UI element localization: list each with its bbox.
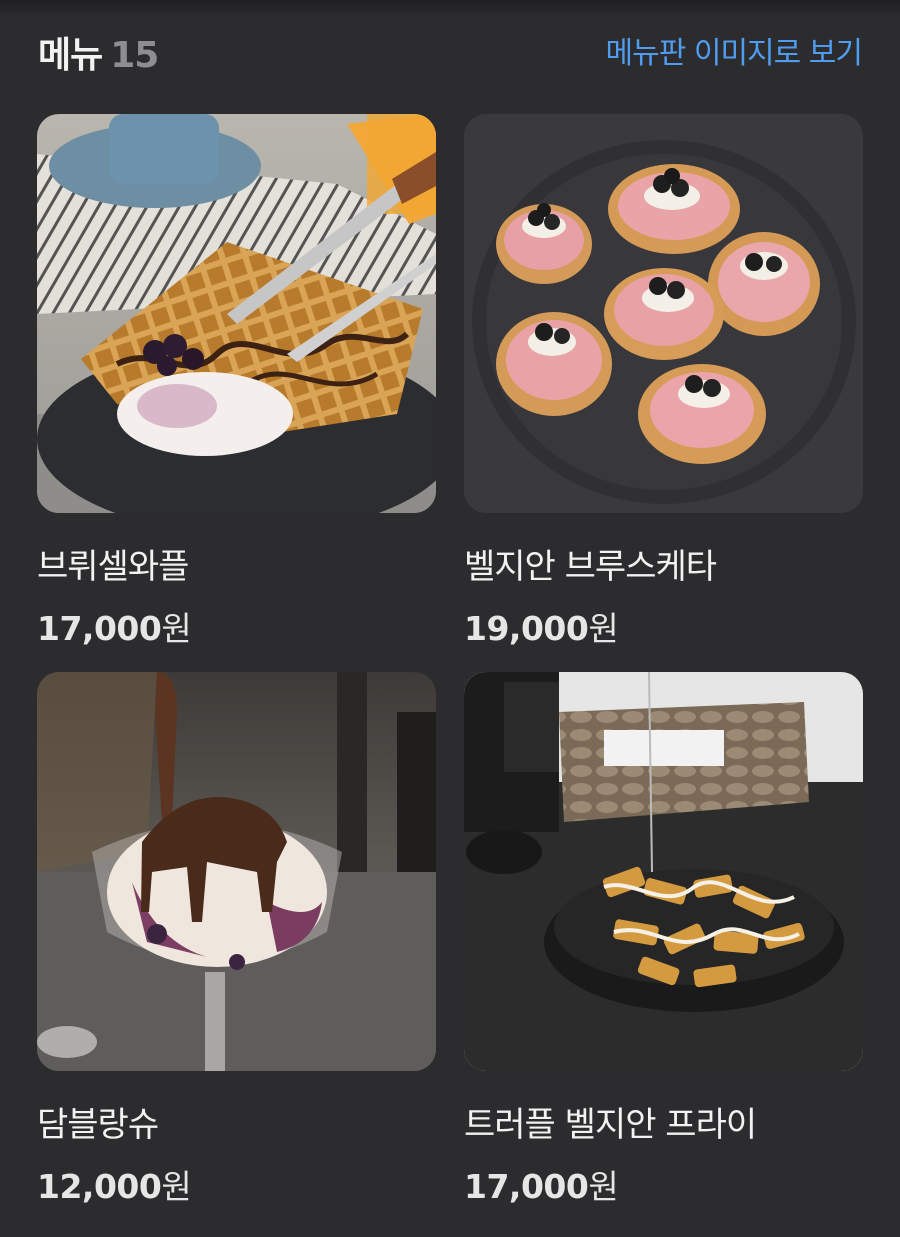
menu-item-price: 17,000원 bbox=[37, 602, 436, 650]
bruschetta-photo[interactable] bbox=[464, 114, 863, 513]
status-bar-shadow bbox=[0, 0, 900, 18]
menu-item-price: 19,000원 bbox=[464, 602, 863, 650]
price-unit: 원 bbox=[588, 1167, 619, 1206]
price-amount: 17,000 bbox=[464, 1167, 589, 1206]
menu-card-bruschetta[interactable]: 벨지안 브루스케타 19,000원 bbox=[464, 114, 863, 650]
menu-item-name: 브뤼셀와플 bbox=[37, 547, 189, 587]
menu-count: 15 bbox=[110, 35, 159, 76]
section-title-label: 메뉴 bbox=[38, 35, 103, 76]
menu-item-name: 담블랑슈 bbox=[37, 1105, 159, 1145]
menu-item-name: 트러플 벨지안 프라이 bbox=[464, 1105, 757, 1145]
menu-header: 메뉴 15 메뉴판 이미지로 보기 bbox=[38, 22, 863, 76]
section-title: 메뉴 15 bbox=[38, 26, 159, 78]
price-amount: 19,000 bbox=[464, 609, 589, 648]
price-unit: 원 bbox=[161, 1167, 192, 1206]
price-unit: 원 bbox=[161, 609, 192, 648]
menu-card-truffle-fries[interactable]: 트러플 벨지안 프라이 17,000원 bbox=[464, 672, 863, 1208]
price-unit: 원 bbox=[588, 609, 619, 648]
dame-blanche-photo[interactable] bbox=[37, 672, 436, 1071]
price-amount: 17,000 bbox=[37, 609, 162, 648]
truffle-fries-photo[interactable] bbox=[464, 672, 863, 1071]
menu-item-price: 17,000원 bbox=[464, 1160, 863, 1208]
view-menu-board-link[interactable]: 메뉴판 이미지로 보기 bbox=[606, 28, 863, 72]
menu-card-waffle[interactable]: 브뤼셀와플 17,000원 bbox=[37, 114, 436, 650]
price-amount: 12,000 bbox=[37, 1167, 162, 1206]
menu-card-dame-blanche[interactable]: 담블랑슈 12,000원 bbox=[37, 672, 436, 1208]
menu-item-name: 벨지안 브루스케타 bbox=[464, 547, 717, 587]
waffle-photo[interactable] bbox=[37, 114, 436, 513]
menu-item-price: 12,000원 bbox=[37, 1160, 436, 1208]
